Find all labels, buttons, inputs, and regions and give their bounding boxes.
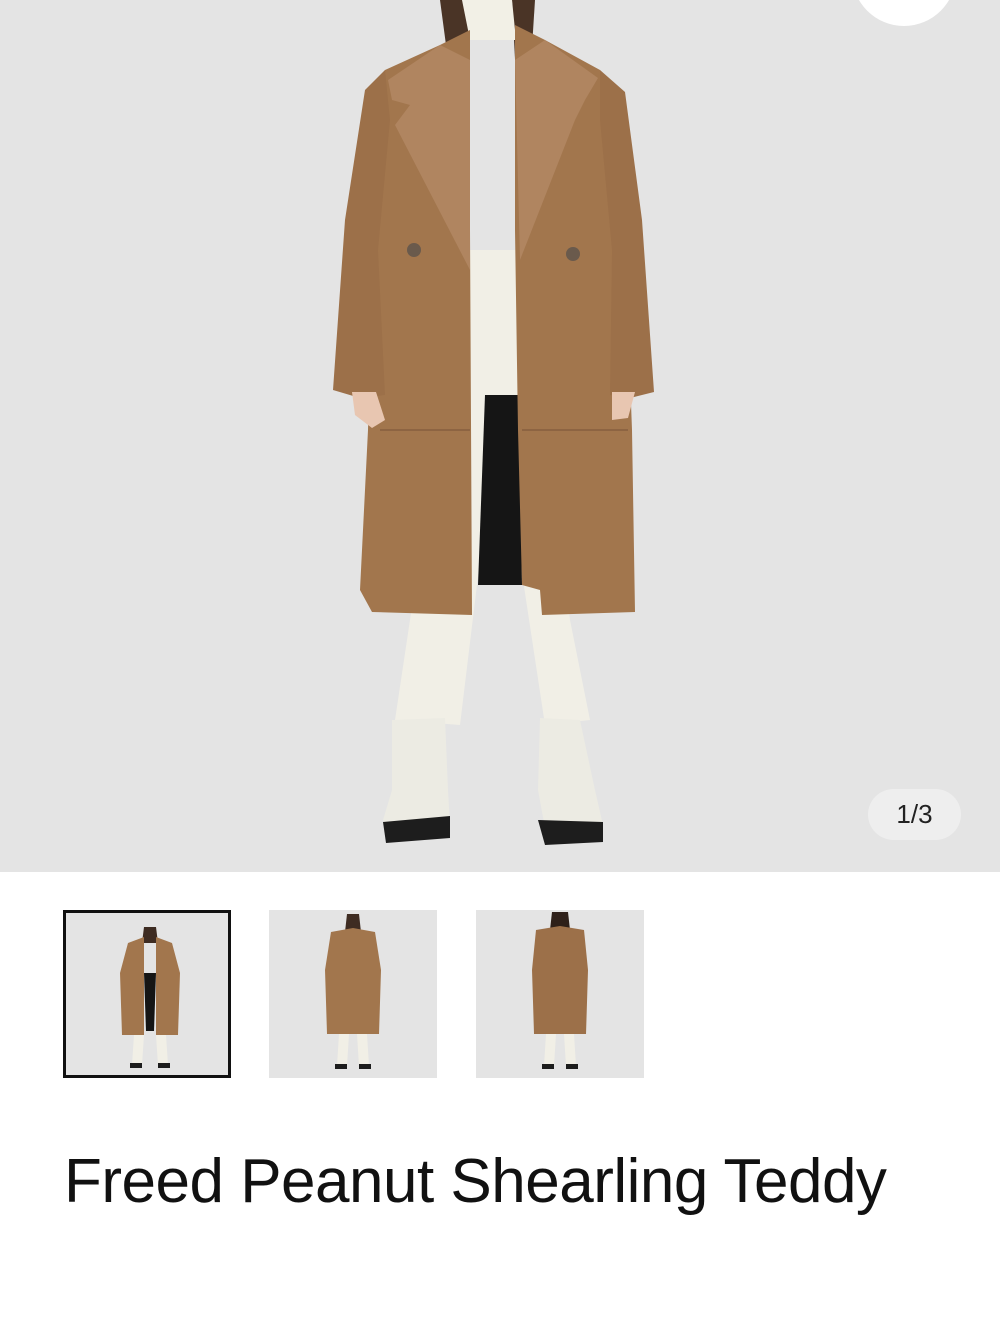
coat-model-illustration [333,0,654,845]
product-main-image[interactable]: 1/3 [0,0,1000,872]
thumbnail-2-image [325,914,381,1069]
thumbnail-1-image [120,927,180,1068]
thumbnail-3-image [532,912,588,1069]
thumbnail-3[interactable] [476,910,644,1078]
thumbnail-2[interactable] [269,910,437,1078]
product-title: Freed Peanut Shearling Teddy [64,1147,887,1216]
image-counter: 1/3 [868,789,961,840]
thumbnail-1[interactable] [63,910,231,1078]
